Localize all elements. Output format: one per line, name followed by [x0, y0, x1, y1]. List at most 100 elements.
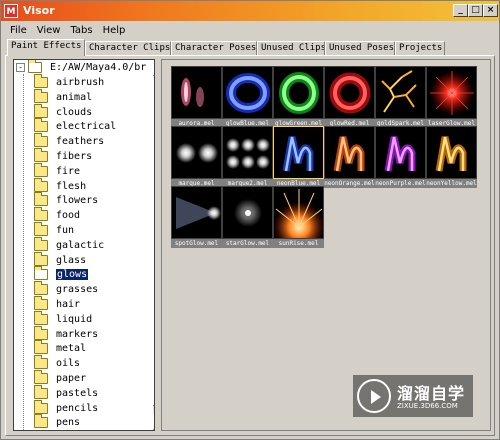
- watermark-title: 溜溜自学: [397, 384, 466, 403]
- thumb-caption: sunRise.mel: [273, 239, 324, 248]
- folder-icon: [34, 266, 48, 281]
- folder-icon: [34, 162, 48, 177]
- tree-item-label: feathers: [56, 136, 105, 148]
- thumb-glow-blue[interactable]: glowBlue.mel: [222, 66, 273, 128]
- folder-icon: [34, 103, 48, 118]
- tree-item-pencils[interactable]: pencils: [34, 399, 98, 418]
- tree-item-pens[interactable]: pens: [34, 414, 81, 430]
- folder-icon: [34, 192, 48, 207]
- folder-icon: [34, 384, 48, 399]
- tab-paint-effects[interactable]: Paint Effects: [7, 39, 85, 56]
- folder-icon: [34, 325, 48, 340]
- tree-item-label: hair: [56, 299, 81, 310]
- folder-icon: [34, 414, 48, 429]
- folder-icon: [34, 88, 48, 103]
- tree-item-label: food: [56, 210, 81, 222]
- watermark: 溜溜自学 ZIXUE.3D66.COM: [353, 375, 473, 417]
- tree-item-liquid[interactable]: liquid: [34, 310, 92, 329]
- window-title: Visor: [23, 4, 55, 17]
- thumb-neon-purple[interactable]: neonPurple.mel: [375, 126, 426, 188]
- thumb-marque2[interactable]: marque2.mel: [222, 126, 273, 188]
- thumb-laser-glow[interactable]: laserGlow.mel: [426, 66, 477, 128]
- tree-item-grasses[interactable]: grasses: [34, 281, 99, 299]
- thumb-neon-yellow[interactable]: neonYellow.mel: [426, 126, 477, 188]
- play-logo-icon: [357, 379, 391, 413]
- gold-sparks-icon: [375, 66, 426, 119]
- tab-unused-poses[interactable]: Unused Poses: [325, 41, 395, 55]
- close-button[interactable]: ×: [483, 4, 498, 17]
- tree-item-airbrush[interactable]: airbrush: [34, 74, 104, 92]
- tree-item-label: fibers: [56, 151, 93, 162]
- tree-item-label: animal: [56, 91, 93, 103]
- tree-item-pastels[interactable]: pastels: [34, 384, 99, 403]
- tree-item-galactic[interactable]: galactic: [34, 236, 105, 255]
- scroll-down-button[interactable]: ▼: [153, 414, 154, 430]
- folder-icon: [34, 355, 48, 370]
- folder-icon: [34, 74, 48, 88]
- tab-character-clips[interactable]: Character Clips: [85, 41, 171, 55]
- tree-item-clouds[interactable]: clouds: [34, 103, 93, 122]
- thumb-caption: neonYellow.mel: [426, 179, 477, 188]
- tree-item-label: clouds: [56, 106, 93, 118]
- thumb-aurora[interactable]: aurora.mel: [171, 66, 222, 128]
- tree-item-label: markers: [56, 328, 99, 340]
- spotlight-icon: [171, 186, 222, 239]
- thumb-gold-spark[interactable]: goldSpark.mel: [375, 66, 426, 128]
- scroll-up-button[interactable]: ▲: [153, 60, 154, 76]
- tree-item-label: fire: [56, 165, 81, 177]
- tree-item-label: pastels: [56, 387, 99, 399]
- neon-yellow-squiggle-icon: [426, 126, 477, 179]
- watermark-url: ZIXUE.3D66.COM: [397, 402, 458, 410]
- tree-item-label: galactic: [56, 239, 105, 251]
- tree-item-label: flesh: [56, 180, 87, 192]
- folder-icon: [34, 251, 48, 266]
- menu-tabs[interactable]: Tabs: [65, 23, 97, 38]
- tree-item-glows[interactable]: glows: [34, 266, 89, 284]
- tree-item-flowers[interactable]: flowers: [34, 192, 99, 210]
- tree-scrollbar[interactable]: ▲ ▼: [153, 60, 154, 430]
- neon-purple-squiggle-icon: [375, 126, 426, 179]
- tree-item-animal[interactable]: animal: [34, 88, 93, 107]
- menu-file[interactable]: File: [5, 23, 32, 38]
- tree-item-label: grasses: [56, 284, 99, 296]
- title-bar[interactable]: M Visor _ □ ×: [1, 1, 499, 21]
- thumb-glow-red[interactable]: glowRed.mel: [324, 66, 375, 128]
- thumb-star-glow[interactable]: starGlow.mel: [222, 186, 273, 248]
- menu-view[interactable]: View: [32, 23, 66, 38]
- minimize-button[interactable]: _: [453, 4, 468, 17]
- tree-item-feathers[interactable]: feathers: [34, 133, 105, 151]
- folder-icon: [34, 133, 48, 148]
- thumb-neon-blue[interactable]: neonBlue.mel: [273, 126, 324, 188]
- thumb-spot-glow[interactable]: spotGlow.mel: [171, 186, 222, 248]
- tree-item-label: metal: [56, 343, 87, 355]
- tree-item-markers[interactable]: markers: [34, 325, 99, 344]
- thumb-caption: neonPurple.mel: [375, 179, 426, 188]
- folder-tree: - E:/AW/Maya4.0/br airbrush animal clouds el…: [13, 59, 155, 431]
- folder-icon: [34, 177, 48, 192]
- scroll-thumb[interactable]: [153, 76, 154, 406]
- thumb-sun-rise[interactable]: sunRise.mel: [273, 186, 324, 248]
- tree-item-electrical[interactable]: electrical: [34, 118, 116, 136]
- blue-ring-icon: [222, 66, 273, 119]
- thumb-marque[interactable]: marque.mel: [171, 126, 222, 188]
- tree-item-fibers[interactable]: fibers: [34, 148, 93, 166]
- maximize-button[interactable]: □: [468, 4, 483, 17]
- menu-help[interactable]: Help: [98, 23, 131, 38]
- folder-icon: [34, 340, 48, 355]
- tree-root-path: E:/AW/Maya4.0/br: [50, 62, 147, 73]
- thumb-glow-green[interactable]: glowGreen.mel: [273, 66, 324, 128]
- tree-item-label: glows: [56, 269, 89, 281]
- tree-item-label: pens: [56, 417, 81, 429]
- tab-character-poses[interactable]: Character Poses: [171, 41, 257, 55]
- tree-item-label: flowers: [56, 195, 99, 207]
- tree-item-label: fun: [56, 225, 75, 236]
- tab-unused-clips[interactable]: Unused Clips: [257, 41, 325, 55]
- folder-icon: [34, 207, 48, 222]
- tab-projects[interactable]: Projects: [395, 41, 445, 55]
- collapse-toggle-icon[interactable]: -: [16, 63, 25, 72]
- folder-icon: [34, 399, 48, 414]
- thumb-neon-orange[interactable]: neonOrange.mel: [324, 126, 375, 188]
- folder-icon: [34, 236, 48, 251]
- red-burst-icon: [426, 66, 477, 119]
- aurora-glow-icon: [171, 66, 222, 119]
